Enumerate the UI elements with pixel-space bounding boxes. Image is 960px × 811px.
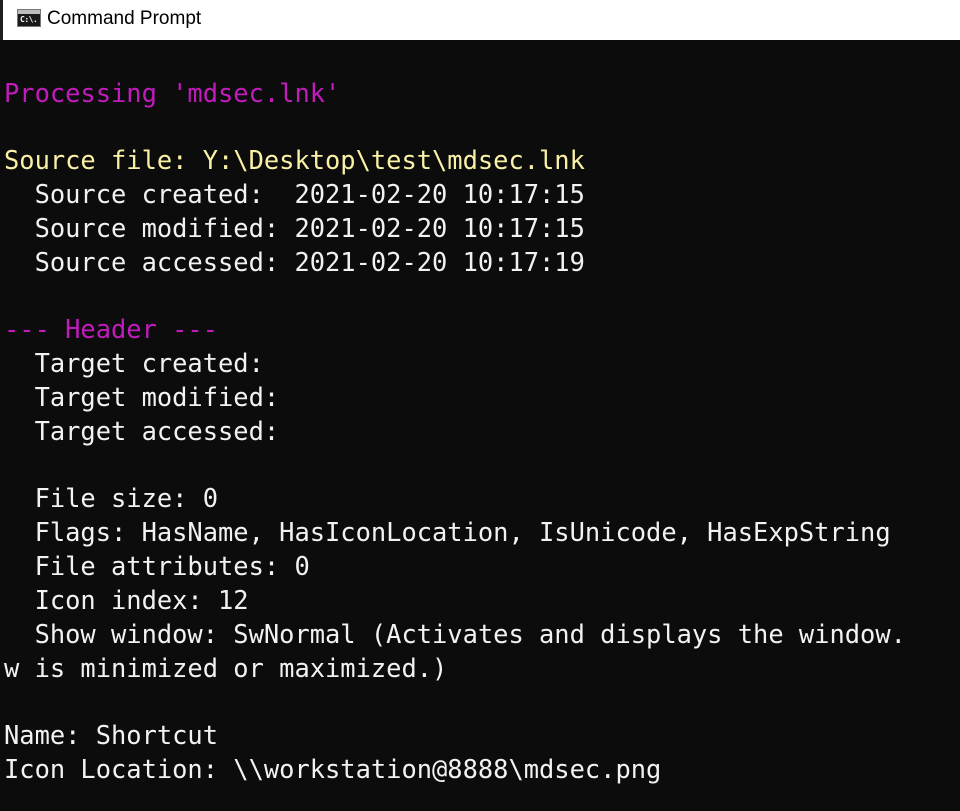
console-line-file-attributes: File attributes: 0 [4, 551, 310, 581]
cmd-console-icon: C:\. [17, 9, 41, 27]
console-line-header: --- Header --- [4, 314, 219, 344]
console-line-show-window-wrap: w is minimized or maximized.) [4, 653, 448, 683]
console-line-source-created: Source created: 2021-02-20 10:17:15 [4, 179, 585, 209]
window-title: Command Prompt [47, 8, 202, 29]
console-line-show-window: Show window: SwNormal (Activates and dis… [4, 619, 906, 649]
title-bar[interactable]: C:\. Command Prompt [0, 0, 960, 40]
console-line-source-file: Source file: Y:\Desktop\test\mdsec.lnk [4, 145, 585, 175]
command-prompt-window: C:\. Command Prompt Processing 'mdsec.ln… [0, 0, 960, 811]
console-line-icon-location: Icon Location: \\workstation@8888\mdsec.… [4, 754, 662, 784]
console-output[interactable]: Processing 'mdsec.lnk' Source file: Y:\D… [0, 40, 960, 811]
console-icon-prompt: C:\. [20, 15, 38, 24]
console-line-icon-index: Icon index: 12 [4, 585, 249, 615]
console-line-target-modified: Target modified: [4, 382, 280, 412]
console-line-source-modified: Source modified: 2021-02-20 10:17:15 [4, 213, 585, 243]
console-line-flags: Flags: HasName, HasIconLocation, IsUnico… [4, 517, 891, 547]
console-line-file-size: File size: 0 [4, 483, 219, 513]
console-line-name: Name: Shortcut [4, 720, 219, 750]
console-line-processing: Processing 'mdsec.lnk' [4, 78, 341, 108]
console-line-target-accessed: Target accessed: [4, 416, 280, 446]
console-line-source-accessed: Source accessed: 2021-02-20 10:17:19 [4, 247, 585, 277]
console-line-target-created: Target created: [4, 348, 264, 378]
